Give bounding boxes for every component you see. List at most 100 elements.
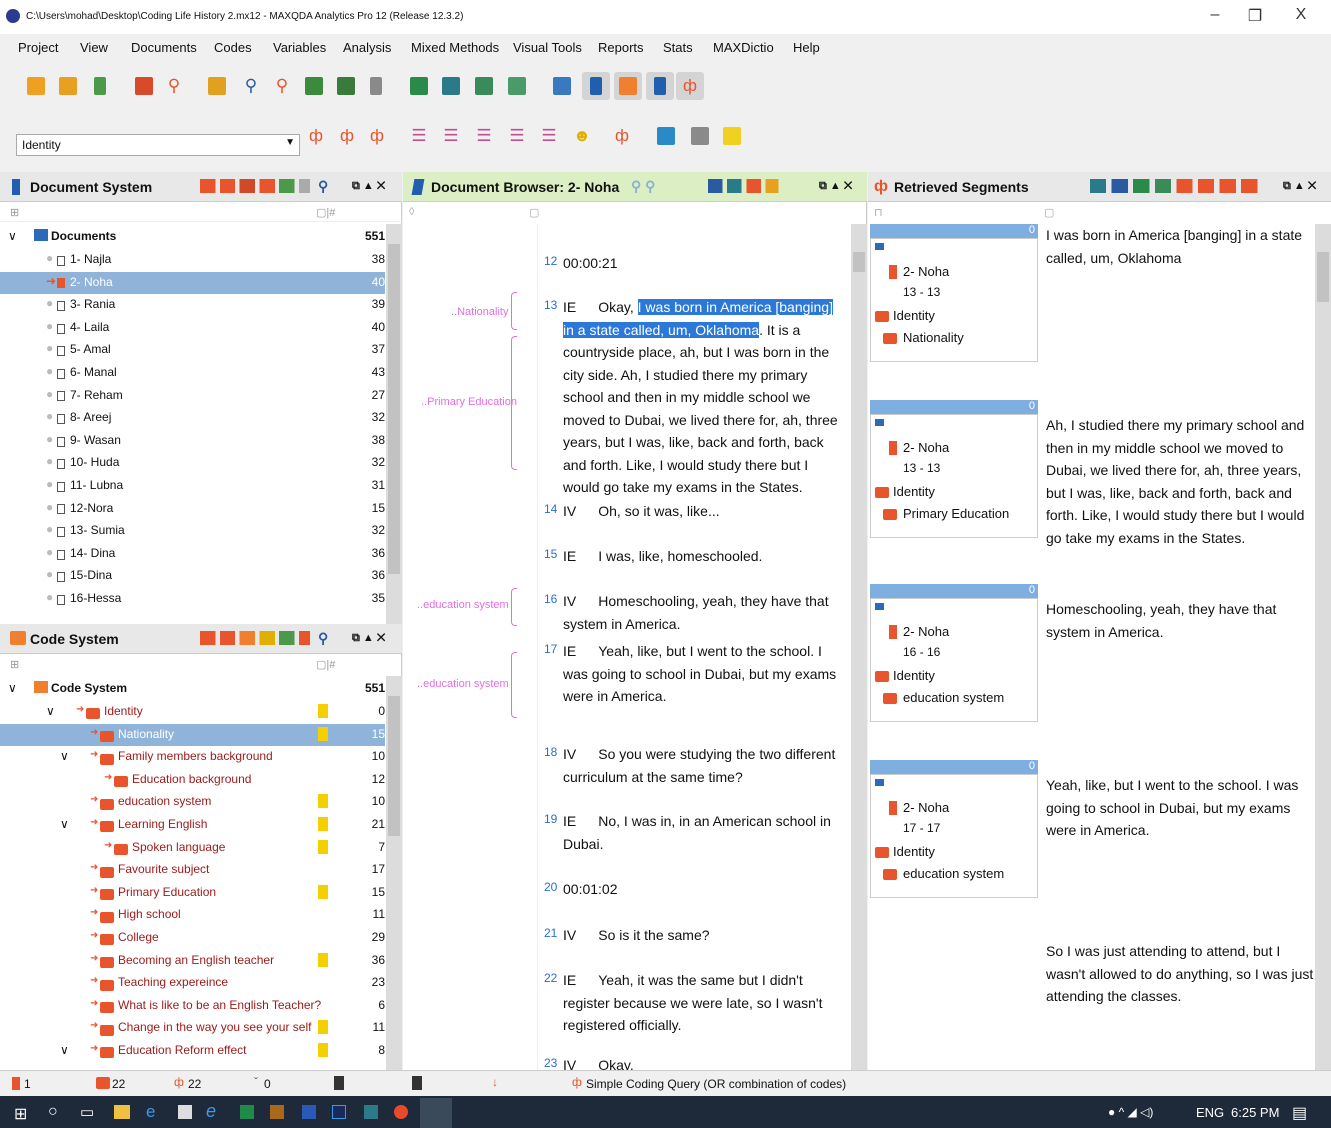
scrollbar-thumb[interactable] bbox=[388, 696, 400, 836]
tree-row-document[interactable]: ● 13- Sumia 32 bbox=[0, 520, 385, 542]
code-dropdown[interactable]: Identity ▼ bbox=[16, 134, 300, 156]
margin-code-education-system-2[interactable]: ..education system bbox=[417, 678, 509, 690]
document-browser-scrollbar[interactable] bbox=[851, 224, 867, 1070]
segment-text[interactable]: Homeschooling, yeah, they have that syst… bbox=[1046, 598, 1314, 643]
panel-window-controls-icon[interactable]: ⧉ ▲ ✕ bbox=[1283, 180, 1316, 193]
tree-row-code[interactable]: ∨ ➜ Identity 0 bbox=[0, 701, 385, 723]
scrollbar-thumb[interactable] bbox=[853, 252, 865, 272]
tree-row-code[interactable]: ➜ Primary Education 15 bbox=[0, 882, 385, 904]
margin-bracket[interactable] bbox=[511, 292, 517, 330]
retrieved-segments-toolbar-icons[interactable] bbox=[1090, 179, 1270, 193]
new-code-icon[interactable]: ф bbox=[333, 122, 361, 150]
code-system-toggle-icon[interactable] bbox=[614, 72, 642, 100]
search-icon[interactable]: ⚲ bbox=[318, 630, 328, 647]
menu-analysis[interactable]: Analysis bbox=[343, 40, 391, 55]
segment-info-box[interactable]: 2- Noha 16 - 16 Identity education syste… bbox=[870, 598, 1038, 722]
menu-reports[interactable]: Reports bbox=[598, 40, 644, 55]
document-system-scrollbar[interactable] bbox=[386, 224, 402, 624]
scrollbar-thumb[interactable] bbox=[1317, 252, 1329, 302]
tree-row-document[interactable]: ● 6- Manal 43 bbox=[0, 362, 385, 384]
tree-row-document[interactable]: ● 10- Huda 32 bbox=[0, 452, 385, 474]
new-memo-icon[interactable] bbox=[718, 122, 746, 150]
windows-start-icon[interactable]: ⊞ bbox=[14, 1104, 27, 1124]
paragraph[interactable]: IE Okay, I was born in America [banging] … bbox=[563, 296, 847, 499]
tree-row-code[interactable]: ➜ Becoming an English teacher 36 bbox=[0, 950, 385, 972]
retrieved-segments-scrollbar[interactable] bbox=[1315, 224, 1331, 1070]
menu-stats[interactable]: Stats bbox=[663, 40, 693, 55]
paragraph[interactable]: IV So you were studying the two different… bbox=[563, 743, 847, 788]
paragraph[interactable]: 00:00:21 bbox=[563, 252, 847, 275]
expander-icon[interactable]: ∨ bbox=[8, 229, 17, 243]
margin-code-nationality[interactable]: ..Nationality bbox=[451, 306, 508, 318]
margin-bracket[interactable] bbox=[511, 336, 517, 470]
menu-project[interactable]: Project bbox=[18, 40, 58, 55]
segment-text[interactable]: Yeah, like, but I went to the school. I … bbox=[1046, 774, 1314, 842]
segment-weight-bar[interactable]: 0 bbox=[870, 584, 1038, 598]
table-icon[interactable] bbox=[332, 72, 360, 100]
panel-window-controls-icon[interactable]: ⧉ ▲ ✕ bbox=[352, 632, 385, 645]
segment-info-box[interactable]: 2- Noha 13 - 13 Identity Primary Educati… bbox=[870, 414, 1038, 538]
close-project-icon[interactable] bbox=[86, 72, 114, 100]
system-tray-icons[interactable]: ● ^ ◢ ◁) bbox=[1108, 1105, 1153, 1119]
panel-window-controls-icon[interactable]: ⧉ ▲ ✕ bbox=[819, 180, 852, 193]
photoshop-icon[interactable] bbox=[332, 1105, 346, 1119]
segment-text[interactable]: Ah, I studied there my primary school an… bbox=[1046, 414, 1314, 549]
file-explorer-icon[interactable] bbox=[114, 1105, 130, 1119]
search-icon[interactable]: ⚲ ⚲ bbox=[631, 178, 655, 195]
tree-row-document[interactable]: ● 11- Lubna 31 bbox=[0, 475, 385, 497]
tree-row-document[interactable]: ● 5- Amal 37 bbox=[0, 339, 385, 361]
undo-icon[interactable] bbox=[130, 72, 158, 100]
tree-row-code[interactable]: ➜ Change in the way you see your self 11 bbox=[0, 1017, 385, 1039]
margin-code-primary-education[interactable]: ..Primary Education bbox=[421, 396, 517, 408]
tree-row-code[interactable]: ➜ College 29 bbox=[0, 927, 385, 949]
clock[interactable]: 6:25 PM bbox=[1231, 1105, 1279, 1120]
menu-documents[interactable]: Documents bbox=[131, 40, 197, 55]
retrieve-icon[interactable] bbox=[203, 72, 231, 100]
tree-row-code[interactable]: ➜ What is like to be an English Teacher? 6 bbox=[0, 995, 385, 1017]
tree-row-document[interactable]: ● 4- Laila 40 bbox=[0, 317, 385, 339]
maxqda-taskbar-icon[interactable] bbox=[420, 1098, 452, 1128]
language-indicator[interactable]: ENG bbox=[1196, 1105, 1224, 1120]
presentation-icon[interactable] bbox=[548, 72, 576, 100]
paragraph[interactable]: IV Oh, so it was, like... bbox=[563, 500, 847, 523]
tree-row-document[interactable]: ➜ 2- Noha 40 bbox=[0, 271, 385, 294]
expander-icon[interactable]: ∨ bbox=[60, 1043, 69, 1057]
segment-weight-bar[interactable]: 0 bbox=[870, 400, 1038, 414]
scrollbar-thumb[interactable] bbox=[388, 244, 400, 574]
highlight-blue-icon[interactable]: ☰ bbox=[470, 122, 498, 150]
uncode-icon[interactable]: ф bbox=[608, 122, 636, 150]
code-system-scrollbar[interactable] bbox=[386, 676, 402, 1070]
paragraph[interactable]: IE I was, like, homeschooled. bbox=[563, 545, 847, 568]
tree-row-code[interactable]: ➜ education system 10 bbox=[0, 791, 385, 813]
segment-text[interactable]: I was born in America [banging] in a sta… bbox=[1046, 224, 1314, 269]
paragraph[interactable]: 00:01:02 bbox=[563, 878, 847, 901]
highlight-yellow-icon[interactable]: ☰ bbox=[503, 122, 531, 150]
document-browser-toggle-icon[interactable] bbox=[646, 72, 674, 100]
task-view-icon[interactable]: ▭ bbox=[80, 1103, 94, 1121]
margin-bracket[interactable] bbox=[511, 588, 517, 626]
add-code-set-icon[interactable] bbox=[652, 122, 680, 150]
word-icon[interactable] bbox=[302, 1105, 316, 1119]
code-system-toolbar-icons[interactable] bbox=[200, 631, 310, 645]
tree-row-code-system[interactable]: ∨ Code System 551 bbox=[0, 678, 385, 700]
edge-icon[interactable]: e bbox=[146, 1102, 155, 1122]
menu-codes[interactable]: Codes bbox=[214, 40, 252, 55]
emoticode-icon[interactable]: ☻ bbox=[568, 122, 596, 150]
app-icon[interactable] bbox=[270, 1105, 284, 1119]
tree-row-code[interactable]: ➜ Teaching expereince 23 bbox=[0, 972, 385, 994]
overview-icon[interactable] bbox=[300, 72, 328, 100]
list-icon[interactable] bbox=[470, 72, 498, 100]
menu-maxdictio[interactable]: MAXDictio bbox=[713, 40, 774, 55]
margin-code-education-system-1[interactable]: ..education system bbox=[417, 599, 509, 611]
expander-icon[interactable]: ∨ bbox=[60, 749, 69, 763]
paragraph[interactable]: IE Yeah, like, but I went to the school. … bbox=[563, 640, 847, 708]
tree-row-document[interactable]: ● 9- Wasan 38 bbox=[0, 430, 385, 452]
tree-row-code[interactable]: ➜ Nationality 15 bbox=[0, 723, 385, 746]
tree-row-document[interactable]: ● 8- Areej 32 bbox=[0, 407, 385, 429]
store-icon[interactable] bbox=[178, 1105, 192, 1119]
open-project-icon[interactable] bbox=[54, 72, 82, 100]
matrix-icon[interactable] bbox=[405, 72, 433, 100]
maximize-button[interactable]: ❐ bbox=[1240, 6, 1270, 26]
menu-visual-tools[interactable]: Visual Tools bbox=[513, 40, 582, 55]
app-icon[interactable] bbox=[364, 1105, 378, 1119]
